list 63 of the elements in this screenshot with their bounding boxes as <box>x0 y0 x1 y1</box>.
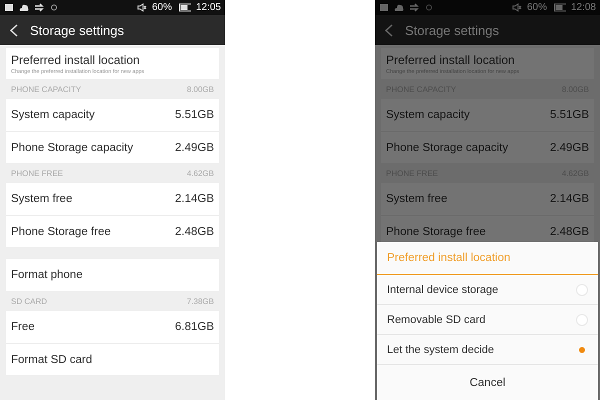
row-label: Free <box>11 321 35 333</box>
row-label: System capacity <box>386 109 470 121</box>
battery-icon <box>176 3 191 12</box>
settings-row[interactable]: Format SD card <box>6 343 219 375</box>
settings-row[interactable]: System capacity 5.51GB <box>381 99 594 131</box>
option-label: Removable SD card <box>387 314 486 326</box>
settings-row[interactable]: Free 6.81GB <box>6 311 219 343</box>
row-value: 2.49GB <box>175 142 214 154</box>
dialog-title: Preferred install location <box>377 242 598 275</box>
screen-title: Storage settings <box>30 22 124 38</box>
row-value: 5.51GB <box>175 109 214 121</box>
row-label: Phone Storage free <box>11 226 111 238</box>
settings-row[interactable]: Phone Storage capacity 2.49GB <box>6 131 219 163</box>
clock: 12:08 <box>570 2 596 13</box>
row-label: System free <box>386 193 448 205</box>
row-value: 2.48GB <box>175 226 214 238</box>
row-value: 2.14GB <box>550 193 589 205</box>
row-label: Phone Storage capacity <box>11 142 134 154</box>
settings-row[interactable]: System free 2.14GB <box>381 183 594 215</box>
circle-icon <box>424 3 434 12</box>
back-icon[interactable] <box>10 24 18 36</box>
settings-row[interactable]: Format phone <box>6 259 219 291</box>
option-label: Let the system decide <box>387 344 494 356</box>
row-value: 2.49GB <box>550 142 589 154</box>
row-label: Format SD card <box>11 354 92 366</box>
row-label: Format phone <box>11 269 83 281</box>
row-label: Phone Storage capacity <box>386 142 508 154</box>
row-value: 6.81GB <box>175 321 214 333</box>
usb-icon <box>409 3 419 12</box>
cloud-icon <box>394 3 404 12</box>
dialog-option[interactable]: Removable SD card <box>377 305 598 335</box>
image-icon <box>4 3 14 12</box>
preference-title: Preferred install location <box>11 53 141 67</box>
clock: 12:05 <box>196 2 221 13</box>
row-label: System capacity <box>11 109 95 121</box>
mute-icon <box>136 3 147 12</box>
battery-percent: 60% <box>152 2 172 13</box>
image-icon <box>379 3 389 12</box>
battery-percent: 60% <box>526 2 547 13</box>
screen-title: Storage settings <box>405 22 499 38</box>
section-header: SD CARD <box>11 296 48 306</box>
settings-row[interactable]: System capacity 5.51GB <box>6 99 219 131</box>
mute-icon <box>512 3 522 12</box>
section-header: PHONE FREE <box>11 168 64 178</box>
option-label: Internal device storage <box>387 284 498 296</box>
row-label: Phone Storage free <box>386 226 486 238</box>
cloud-icon <box>19 3 29 12</box>
settings-row[interactable]: System free 2.14GB <box>6 183 219 215</box>
usb-icon <box>34 3 44 12</box>
row-value: 5.51GB <box>550 109 589 121</box>
dialog-option[interactable]: Internal device storage <box>377 275 598 305</box>
section-total: 7.38GB <box>186 296 214 306</box>
settings-row[interactable]: Phone Storage capacity 2.49GB <box>381 131 594 163</box>
battery-icon <box>552 3 566 12</box>
section-total: 8.00GB <box>186 84 214 94</box>
section-total: 4.62GB <box>186 168 214 178</box>
preference-title: Preferred install location <box>386 53 516 67</box>
section-header: PHONE CAPACITY <box>11 84 82 94</box>
row-label: System free <box>11 193 72 205</box>
settings-row[interactable]: Phone Storage free 2.48GB <box>6 215 219 247</box>
circle-icon <box>49 3 59 12</box>
row-value: 2.14GB <box>175 193 214 205</box>
row-value: 2.48GB <box>550 226 589 238</box>
